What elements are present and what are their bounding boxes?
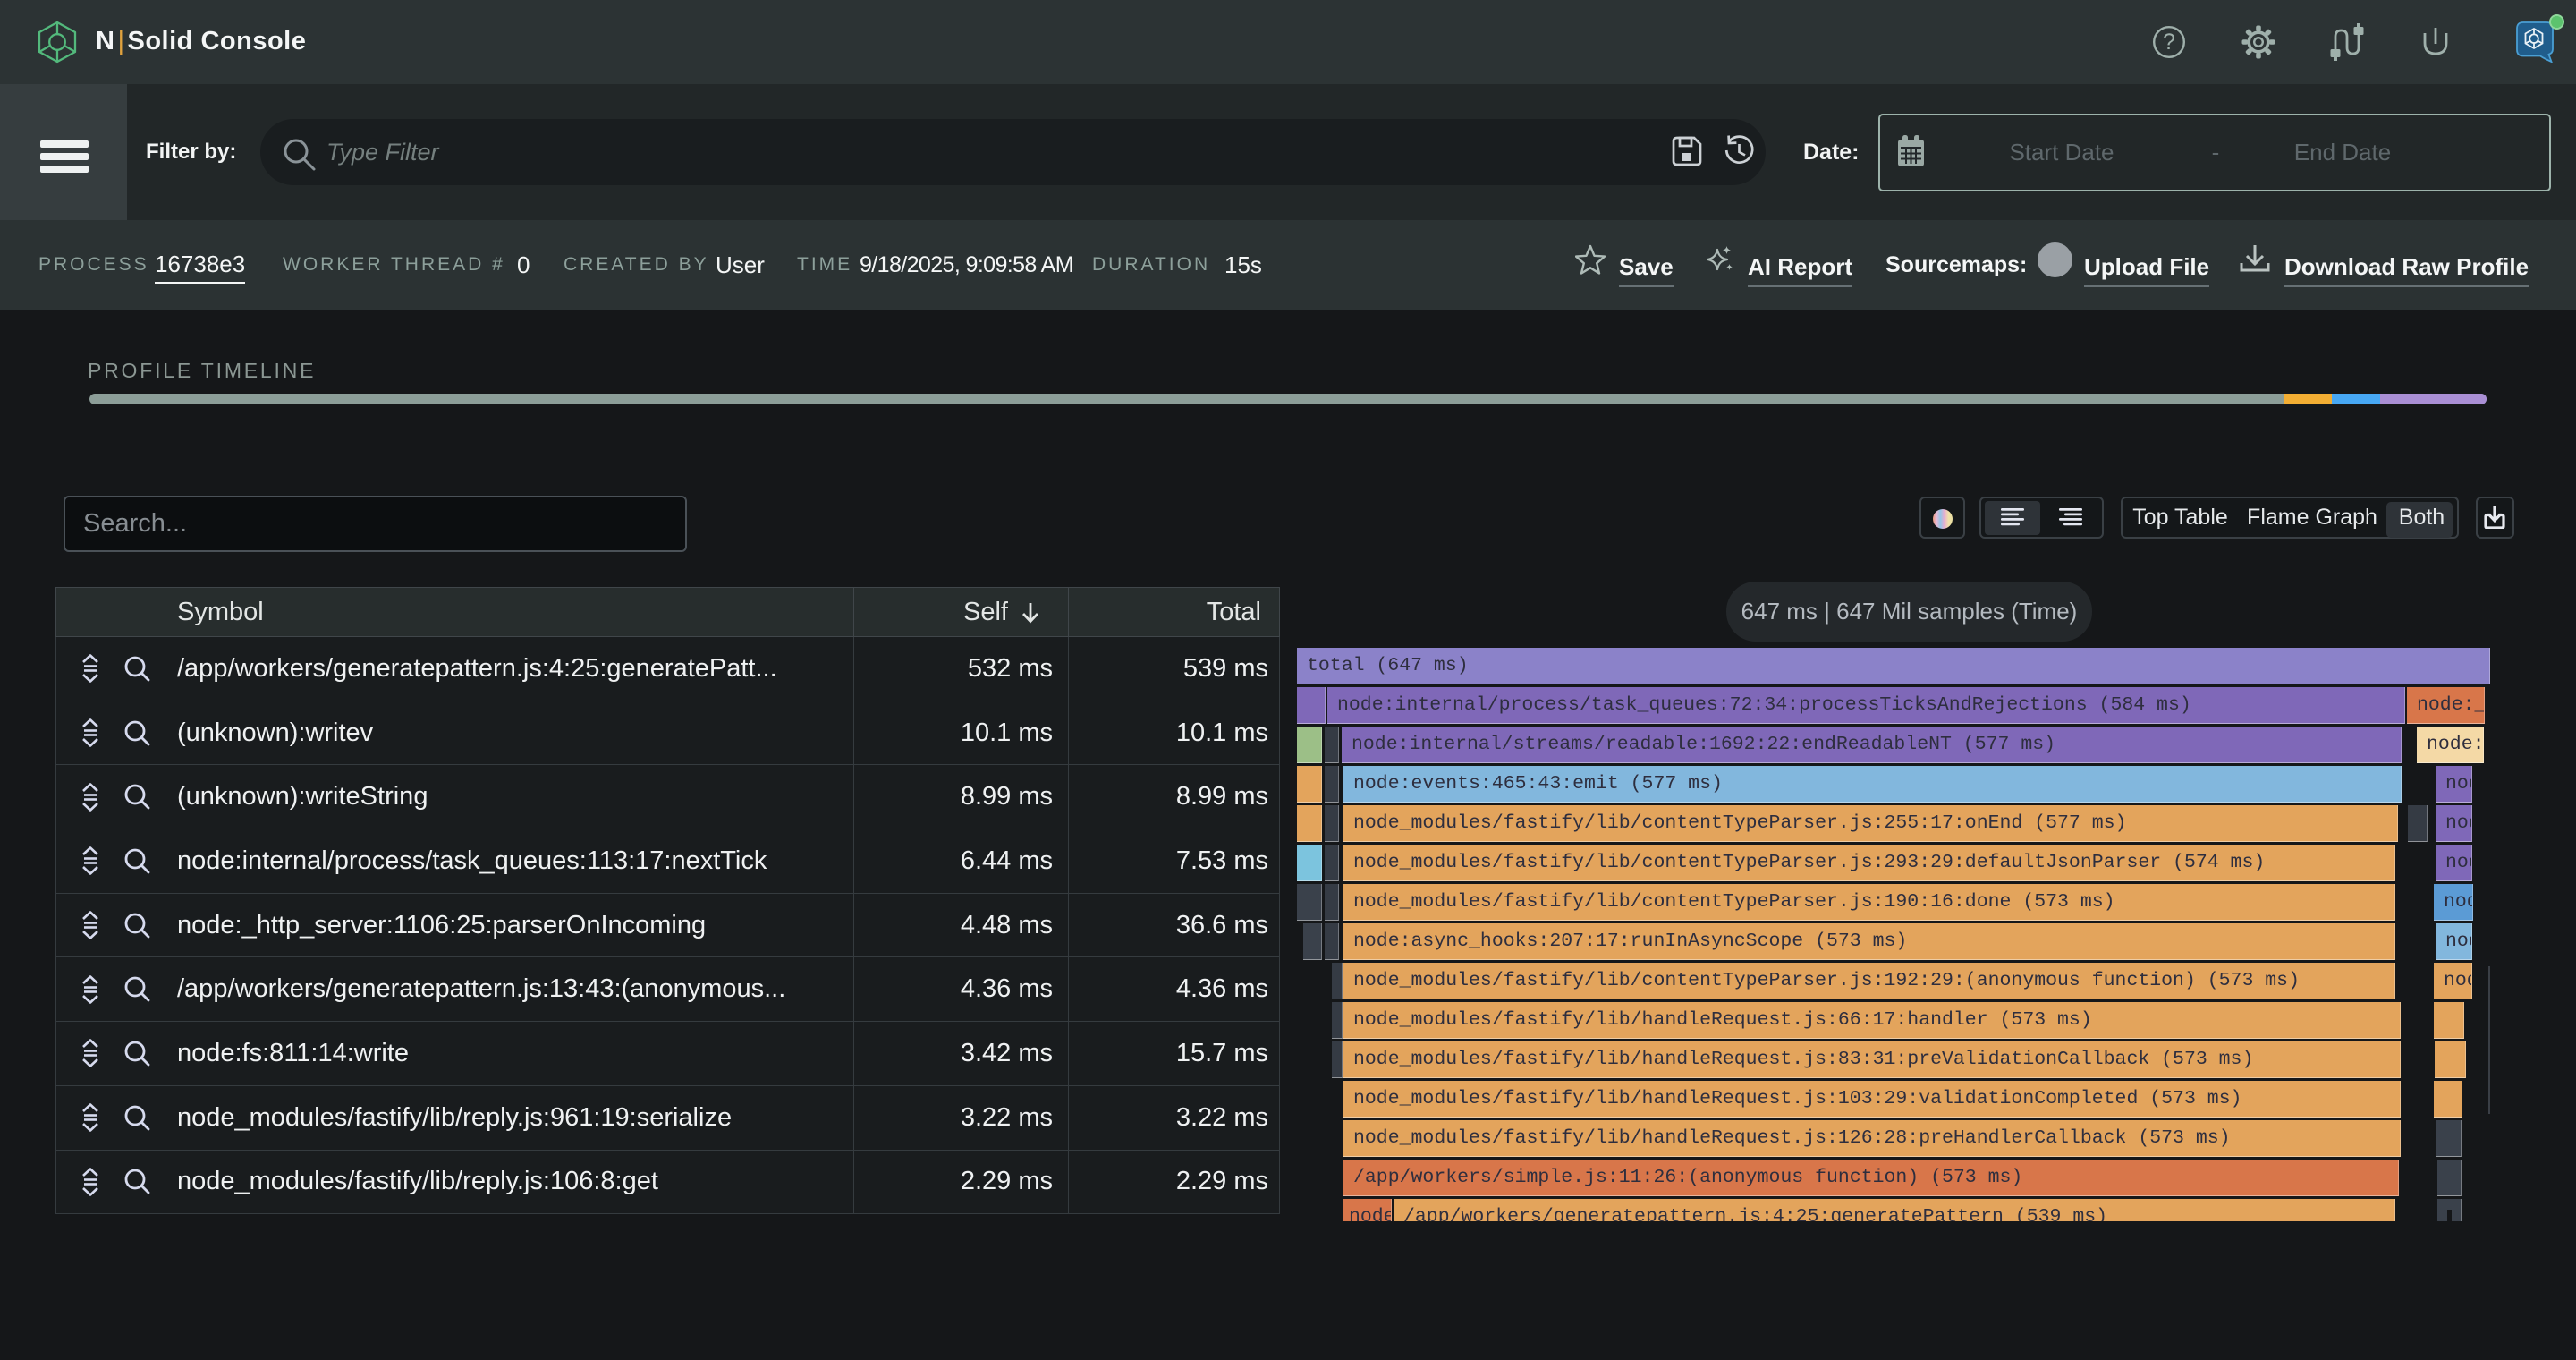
svg-text:?: ? — [2163, 30, 2175, 55]
